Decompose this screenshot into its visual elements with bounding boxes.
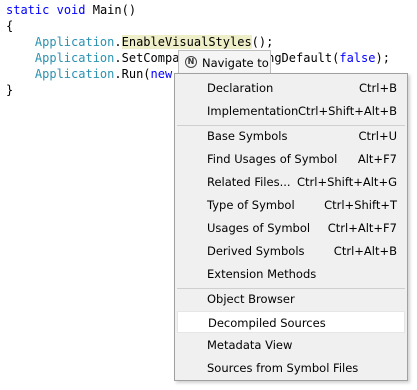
code-line-5: Application.Run(new [6,66,172,82]
class-name: Application [34,35,115,49]
menu-item-label: Decompiled Sources [208,316,326,330]
method-signature: Main() [85,3,137,17]
code-line-6: } [6,83,14,97]
menu-item-label: Type of Symbol [207,198,295,212]
menu-item-extension-methods[interactable]: Extension Methods [177,263,405,285]
dot: . [114,51,122,65]
menu-item-shortcut: Ctrl+Alt+F7 [327,221,397,235]
menu-item-label: Declaration [207,81,274,95]
menu-item-shortcut: Alt+F7 [357,152,397,166]
call-suffix: (); [251,35,274,49]
navigate-to-popup: N Navigate to [178,50,271,74]
menu-item-label: Metadata View [207,338,293,352]
keyword-static: static [6,3,50,17]
menu-item-label: Implementation [207,104,299,118]
menu-item-shortcut: Ctrl+Shift+T [324,198,397,212]
menu-item-label: Find Usages of Symbol [207,152,338,166]
navigate-icon: N [185,56,197,68]
menu-item-object-browser[interactable]: Object Browser [177,288,405,310]
popup-title: Navigate to [202,56,269,70]
menu-item-shortcut: Ctrl+B [359,81,397,95]
highlighted-method[interactable]: EnableVisualStyles [121,35,252,49]
code-line-1: static void Main() [6,2,136,18]
menu-item-label: Extension Methods [207,267,317,281]
menu-item-declaration[interactable]: Declaration Ctrl+B [177,77,405,99]
menu-item-base-symbols[interactable]: Base Symbols Ctrl+U [177,125,405,147]
menu-item-usages-of-symbol[interactable]: Usages of Symbol Ctrl+Alt+F7 [177,217,405,239]
keyword-new: new [150,67,173,81]
menu-item-find-usages[interactable]: Find Usages of Symbol Alt+F7 [177,148,405,170]
menu-item-implementation[interactable]: Implementation Ctrl+Shift+Alt+B [177,100,405,122]
method-partial: SetCompa [121,51,180,65]
menu-item-derived-symbols[interactable]: Derived Symbols Ctrl+Alt+B [177,240,405,262]
method-partial: Run( [121,67,151,81]
menu-item-label: Sources from Symbol Files [207,361,359,375]
menu-item-shortcut: Ctrl+Shift+Alt+B [298,104,397,118]
code-line-2: { [6,19,14,33]
menu-item-shortcut: Ctrl+U [358,129,397,143]
menu-item-shortcut: Ctrl+Shift+Alt+G [297,175,397,189]
menu-item-type-of-symbol[interactable]: Type of Symbol Ctrl+Shift+T [177,194,405,216]
class-name: Application [34,51,115,65]
menu-item-decompiled-sources[interactable]: Decompiled Sources [177,311,405,333]
menu-item-label: Derived Symbols [207,244,305,258]
menu-item-sources-from-symbol-files[interactable]: Sources from Symbol Files [177,357,405,379]
menu-item-label: Object Browser [207,292,295,306]
menu-item-related-files[interactable]: Related Files... Ctrl+Shift+Alt+G [177,171,405,193]
menu-item-label: Related Files... [207,175,291,189]
menu-item-metadata-view[interactable]: Metadata View [177,334,405,356]
dot: . [114,67,122,81]
menu-item-shortcut: Ctrl+Alt+B [333,244,397,258]
menu-item-label: Usages of Symbol [207,221,311,235]
code-line-3: Application.EnableVisualStyles(); [6,34,273,50]
keyword-void: void [56,3,86,17]
menu-item-label: Base Symbols [207,129,288,143]
dot: . [114,35,122,49]
keyword-false: false [339,51,376,65]
call-suffix: ); [375,51,390,65]
class-name: Application [34,67,115,81]
navigate-menu: Declaration Ctrl+B Implementation Ctrl+S… [174,73,408,381]
